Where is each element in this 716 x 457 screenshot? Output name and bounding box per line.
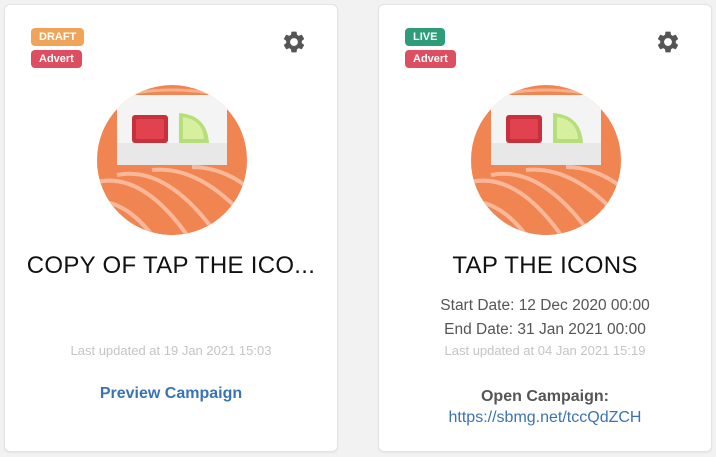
gear-icon[interactable]: [655, 29, 681, 55]
start-date-text: Start Date: 12 Dec 2020 00:00: [440, 297, 650, 314]
campaign-url-link[interactable]: https://sbmg.net/tccQdZCH: [379, 409, 711, 427]
status-badge: LIVE: [405, 28, 446, 46]
status-badge: DRAFT: [31, 28, 85, 46]
sushi-roll-image: [97, 85, 247, 235]
campaign-card: DRAFT Advert COPY OF TAP THE ICO... Last…: [4, 4, 338, 452]
type-badge: Advert: [405, 50, 456, 68]
badge-group: LIVE Advert: [405, 28, 456, 68]
last-updated-text: Last updated at 19 Jan 2021 15:03: [70, 343, 272, 358]
campaign-card: LIVE Advert TAP THE ICONS Start Date: 12…: [378, 4, 712, 452]
type-badge: Advert: [31, 50, 82, 68]
badge-group: DRAFT Advert: [31, 28, 85, 68]
end-date-text: End Date: 31 Jan 2021 00:00: [444, 321, 646, 338]
open-campaign-label: Open Campaign:: [480, 388, 609, 405]
campaign-title: COPY OF TAP THE ICO...: [26, 252, 316, 279]
sushi-roll-image: [471, 85, 621, 235]
gear-icon[interactable]: [281, 29, 307, 55]
campaign-dates: Start Date: 12 Dec 2020 00:00 End Date: …: [379, 294, 711, 342]
last-updated-text: Last updated at 04 Jan 2021 15:19: [444, 343, 646, 358]
campaign-title: TAP THE ICONS: [452, 252, 638, 279]
preview-campaign-link[interactable]: Preview Campaign: [5, 385, 337, 403]
